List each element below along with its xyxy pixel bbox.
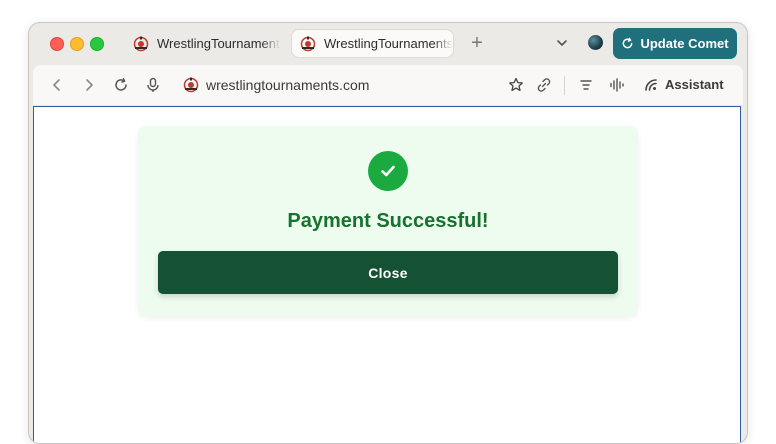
address-toolbar: wrestlingtournaments.com Assistant	[33, 65, 743, 105]
voice-waveform-icon[interactable]	[609, 77, 625, 93]
wrestling-logo-icon	[183, 77, 199, 93]
reader-mode-icon[interactable]	[578, 77, 594, 93]
payment-success-card: Payment Successful! Close	[138, 126, 638, 316]
assistant-button[interactable]: Assistant	[643, 76, 724, 92]
tab-title: WrestlingTournaments	[157, 36, 280, 51]
close-window-button[interactable]	[50, 37, 64, 51]
wrestling-logo-icon	[300, 36, 316, 51]
assistant-icon	[645, 79, 657, 91]
reload-icon[interactable]	[113, 77, 129, 93]
close-button[interactable]: Close	[158, 251, 618, 294]
forward-icon[interactable]	[81, 77, 97, 93]
update-comet-button[interactable]: Update Comet	[613, 28, 737, 59]
back-icon[interactable]	[49, 77, 65, 93]
link-icon[interactable]	[536, 77, 552, 93]
tab-wrestling-2[interactable]: WrestlingTournaments	[291, 29, 454, 58]
update-comet-label: Update Comet	[640, 36, 729, 51]
bookmark-star-icon[interactable]	[508, 77, 524, 93]
new-tab-button[interactable]: +	[467, 33, 487, 53]
page-viewport: Payment Successful! Close	[33, 106, 741, 443]
chevron-down-icon[interactable]	[555, 36, 569, 50]
maximize-window-button[interactable]	[90, 37, 104, 51]
toolbar-divider	[564, 76, 565, 95]
payment-success-title: Payment Successful!	[287, 210, 489, 232]
url-text: wrestlingtournaments.com	[206, 77, 370, 93]
assistant-label: Assistant	[665, 76, 724, 92]
minimize-window-button[interactable]	[70, 37, 84, 51]
refresh-icon	[623, 37, 633, 49]
tab-wrestling-1[interactable]: WrestlingTournaments	[125, 29, 280, 58]
wrestling-logo-icon	[133, 36, 149, 51]
browser-window: WrestlingTournaments WrestlingTournament…	[28, 22, 748, 444]
success-check-icon	[368, 151, 408, 191]
microphone-icon[interactable]	[145, 77, 161, 93]
address-bar[interactable]: wrestlingtournaments.com	[183, 77, 369, 93]
profile-globe-icon[interactable]	[588, 35, 603, 50]
tab-title: WrestlingTournaments	[324, 36, 453, 51]
